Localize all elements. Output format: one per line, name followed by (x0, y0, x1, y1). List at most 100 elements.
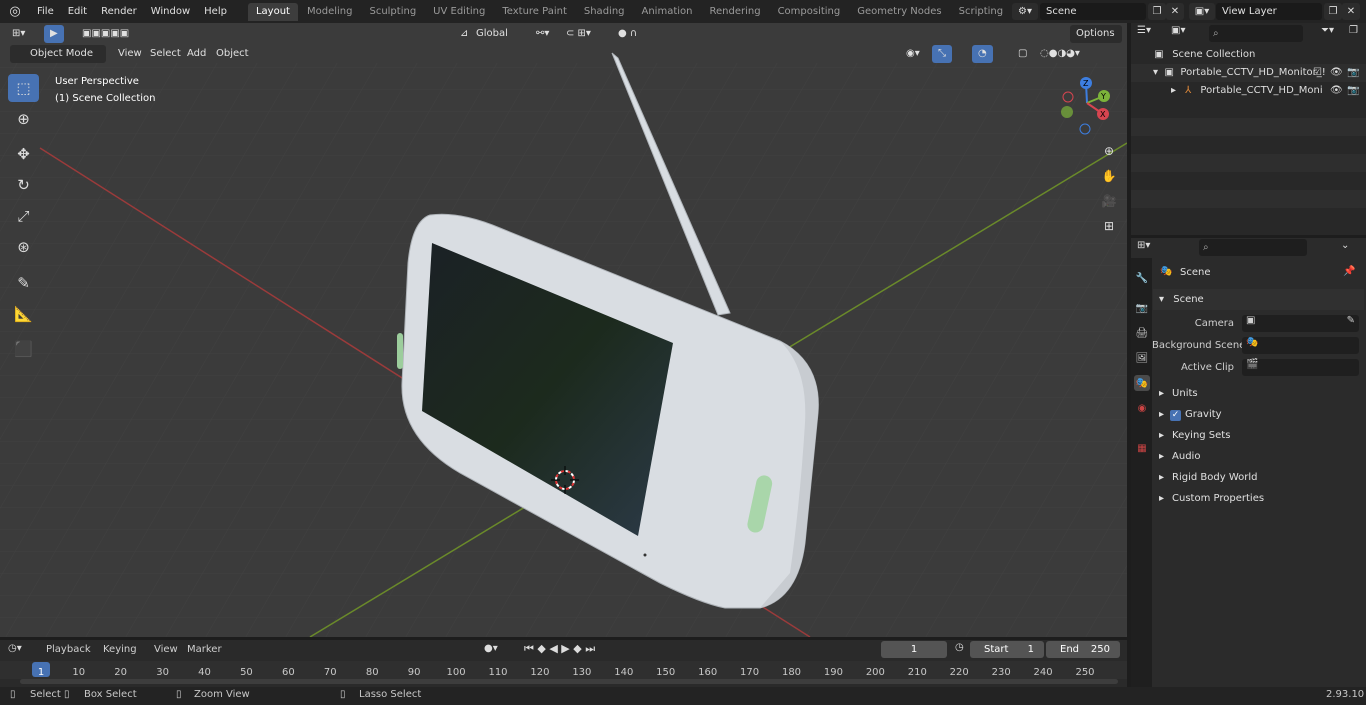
tab-rendering[interactable]: Rendering (701, 3, 768, 21)
select-tool-icon[interactable]: ▶ (44, 25, 64, 43)
record-button-icon[interactable]: ●▾ (484, 643, 498, 654)
keying-menu[interactable]: Keying (103, 644, 137, 655)
tab-compositing[interactable]: Compositing (770, 3, 849, 21)
view-layer-selector-icon[interactable]: ▣▾ (1189, 3, 1215, 20)
clock-icon[interactable]: ◷ (955, 642, 964, 653)
props-options-icon[interactable]: ⌄ (1341, 240, 1349, 251)
end-frame-field[interactable]: End 250 (1046, 641, 1120, 658)
outliner-row-scene-collection[interactable]: ▣ Scene Collection (1131, 46, 1366, 64)
new-view-layer-icon[interactable]: ❐ (1324, 3, 1342, 20)
shading-mode-icons[interactable]: ◌●◑◕▾ (1034, 45, 1086, 63)
eye-icon[interactable]: 👁 (1330, 82, 1343, 100)
new-scene-icon[interactable]: ❐ (1148, 3, 1166, 20)
expand-arrow-icon[interactable]: ▸ (1171, 85, 1176, 96)
delete-scene-icon[interactable]: ✕ (1166, 3, 1184, 20)
proportional-edit-icon[interactable]: ● ∩ (612, 25, 643, 43)
scene-tab-icon[interactable]: 🎭 (1134, 375, 1150, 391)
playback-controls-icons[interactable]: ⏮ ◆ ◀ ▶ ◆ ⏭ (524, 642, 595, 656)
eye-icon[interactable]: 👁 (1330, 64, 1343, 82)
menu-object[interactable]: Object (210, 45, 255, 63)
view-layer-tab-icon[interactable]: 🖼 (1134, 350, 1150, 366)
options-dropdown[interactable]: Options (1070, 25, 1122, 43)
cursor-tool-icon[interactable]: ⊕ (8, 105, 39, 133)
marker-menu[interactable]: Marker (187, 644, 222, 655)
mode-dropdown[interactable]: Object Mode (10, 45, 106, 63)
view-layer-field[interactable]: View Layer (1216, 3, 1322, 20)
tab-scripting[interactable]: Scripting (951, 3, 1011, 21)
camera-view-icon[interactable]: 🎥 (1098, 190, 1120, 212)
move-tool-icon[interactable]: ✥ (8, 140, 39, 168)
scene-panel-header[interactable]: ▾ Scene (1153, 289, 1364, 310)
tab-shading[interactable]: Shading (576, 3, 633, 21)
tab-animation[interactable]: Animation (634, 3, 701, 21)
expand-arrow-icon[interactable]: ▾ (1153, 67, 1158, 78)
xray-icon[interactable]: ▢ (1012, 45, 1033, 63)
outliner-row-object[interactable]: ▸ ⅄ Portable_CCTV_HD_Moni 👁 📷 (1131, 82, 1366, 100)
menu-view[interactable]: View (112, 45, 148, 63)
texture-tab-icon[interactable]: ▦ (1134, 440, 1150, 456)
blender-logo-icon[interactable]: ◎ (0, 4, 30, 19)
selection-mode-icons[interactable]: ▣▣▣▣▣ (76, 25, 135, 43)
timeline-scrollbar[interactable] (20, 679, 1118, 684)
start-frame-field[interactable]: Start 1 (970, 641, 1044, 658)
menu-render[interactable]: Render (94, 0, 144, 23)
ortho-toggle-icon[interactable]: ⊞ (1098, 215, 1120, 237)
tab-layout[interactable]: Layout (247, 2, 298, 21)
menu-file[interactable]: File (30, 0, 61, 23)
output-tab-icon[interactable]: 🖨 (1134, 325, 1150, 341)
tab-texture-paint[interactable]: Texture Paint (494, 3, 575, 21)
units-panel-header[interactable]: ▸ Units (1153, 383, 1364, 404)
timeline-view-menu[interactable]: View (154, 644, 178, 655)
outliner-new-collection-icon[interactable]: ❐ (1349, 25, 1358, 36)
scale-tool-icon[interactable]: ⤢ (8, 202, 39, 230)
scene-selector-icon[interactable]: ⚙▾ (1012, 3, 1038, 20)
audio-panel-header[interactable]: ▸ Audio (1153, 446, 1364, 467)
pan-view-icon[interactable]: ✋ (1098, 165, 1120, 187)
active-clip-field[interactable]: 🎬 (1242, 359, 1359, 376)
render-camera-icon[interactable]: 📷 (1347, 64, 1359, 82)
pivot-icon[interactable]: ⚯▾ (530, 25, 555, 43)
tab-uv-editing[interactable]: UV Editing (425, 3, 493, 21)
keying-sets-panel-header[interactable]: ▸ Keying Sets (1153, 425, 1364, 446)
current-frame-field[interactable]: 1 (881, 641, 947, 658)
render-tab-icon[interactable]: 📷 (1134, 300, 1150, 316)
render-camera-icon[interactable]: 📷 (1347, 82, 1359, 100)
tool-tab-icon[interactable]: 🔧 (1134, 270, 1150, 286)
menu-window[interactable]: Window (144, 0, 197, 23)
props-editor-type-icon[interactable]: ⊞▾ (1137, 240, 1150, 251)
menu-help[interactable]: Help (197, 0, 234, 23)
measure-tool-icon[interactable]: 📐 (8, 300, 39, 328)
background-scene-field[interactable]: 🎭 (1242, 337, 1359, 354)
tab-modeling[interactable]: Modeling (299, 3, 361, 21)
tab-sculpting[interactable]: Sculpting (361, 3, 424, 21)
add-cube-tool-icon[interactable]: ⬛ (8, 335, 39, 363)
rigid-body-world-panel-header[interactable]: ▸ Rigid Body World (1153, 467, 1364, 488)
pin-icon[interactable]: 📌 (1343, 266, 1355, 277)
props-search-input[interactable]: ⌕ (1199, 239, 1307, 256)
outliner-search-input[interactable]: ⌕ (1209, 25, 1303, 42)
playback-menu[interactable]: Playback (46, 644, 91, 655)
annotate-tool-icon[interactable]: ✎ (8, 269, 39, 297)
delete-view-layer-icon[interactable]: ✕ (1342, 3, 1360, 20)
3d-viewport[interactable]: ⊞▾ ▶ ▣▣▣▣▣ ⊿ Global ⚯▾ ⊂ ⊞▾ ● ∩ Options … (0, 23, 1127, 637)
outliner-display-mode-icon[interactable]: ▣▾ (1171, 25, 1185, 36)
scene-name-field[interactable]: Scene (1040, 3, 1146, 20)
snap-icon[interactable]: ⊂ ⊞▾ (560, 25, 597, 43)
overlay-toggle-icon[interactable]: ◔ (972, 45, 993, 63)
navigation-gizmo[interactable]: Z Y X (1057, 75, 1117, 137)
camera-field[interactable]: ▣ ✎ (1242, 315, 1359, 332)
zoom-view-icon[interactable]: ⊕ (1098, 140, 1120, 162)
transform-tool-icon[interactable]: ⊛ (8, 233, 39, 261)
menu-add[interactable]: Add (181, 45, 212, 63)
editor-type-icon[interactable]: ⊞▾ (6, 25, 31, 43)
select-box-tool-icon[interactable]: ⬚ (8, 74, 39, 102)
tab-geometry-nodes[interactable]: Geometry Nodes (849, 3, 949, 21)
exclude-checkbox-icon[interactable]: ☑ (1313, 64, 1322, 82)
gravity-panel-header[interactable]: ▸ ✓ Gravity (1153, 404, 1364, 425)
outliner-row-collection[interactable]: ▾ ▣ Portable_CCTV_HD_Monitor_! ☑ 👁 📷 (1131, 64, 1366, 82)
gravity-checkbox[interactable]: ✓ (1170, 410, 1182, 421)
world-tab-icon[interactable]: ◉ (1134, 400, 1150, 416)
gizmo-toggle-icon[interactable]: ⤡ (932, 45, 952, 63)
custom-properties-panel-header[interactable]: ▸ Custom Properties (1153, 488, 1364, 509)
timeline-editor-type-icon[interactable]: ◷▾ (8, 643, 22, 654)
